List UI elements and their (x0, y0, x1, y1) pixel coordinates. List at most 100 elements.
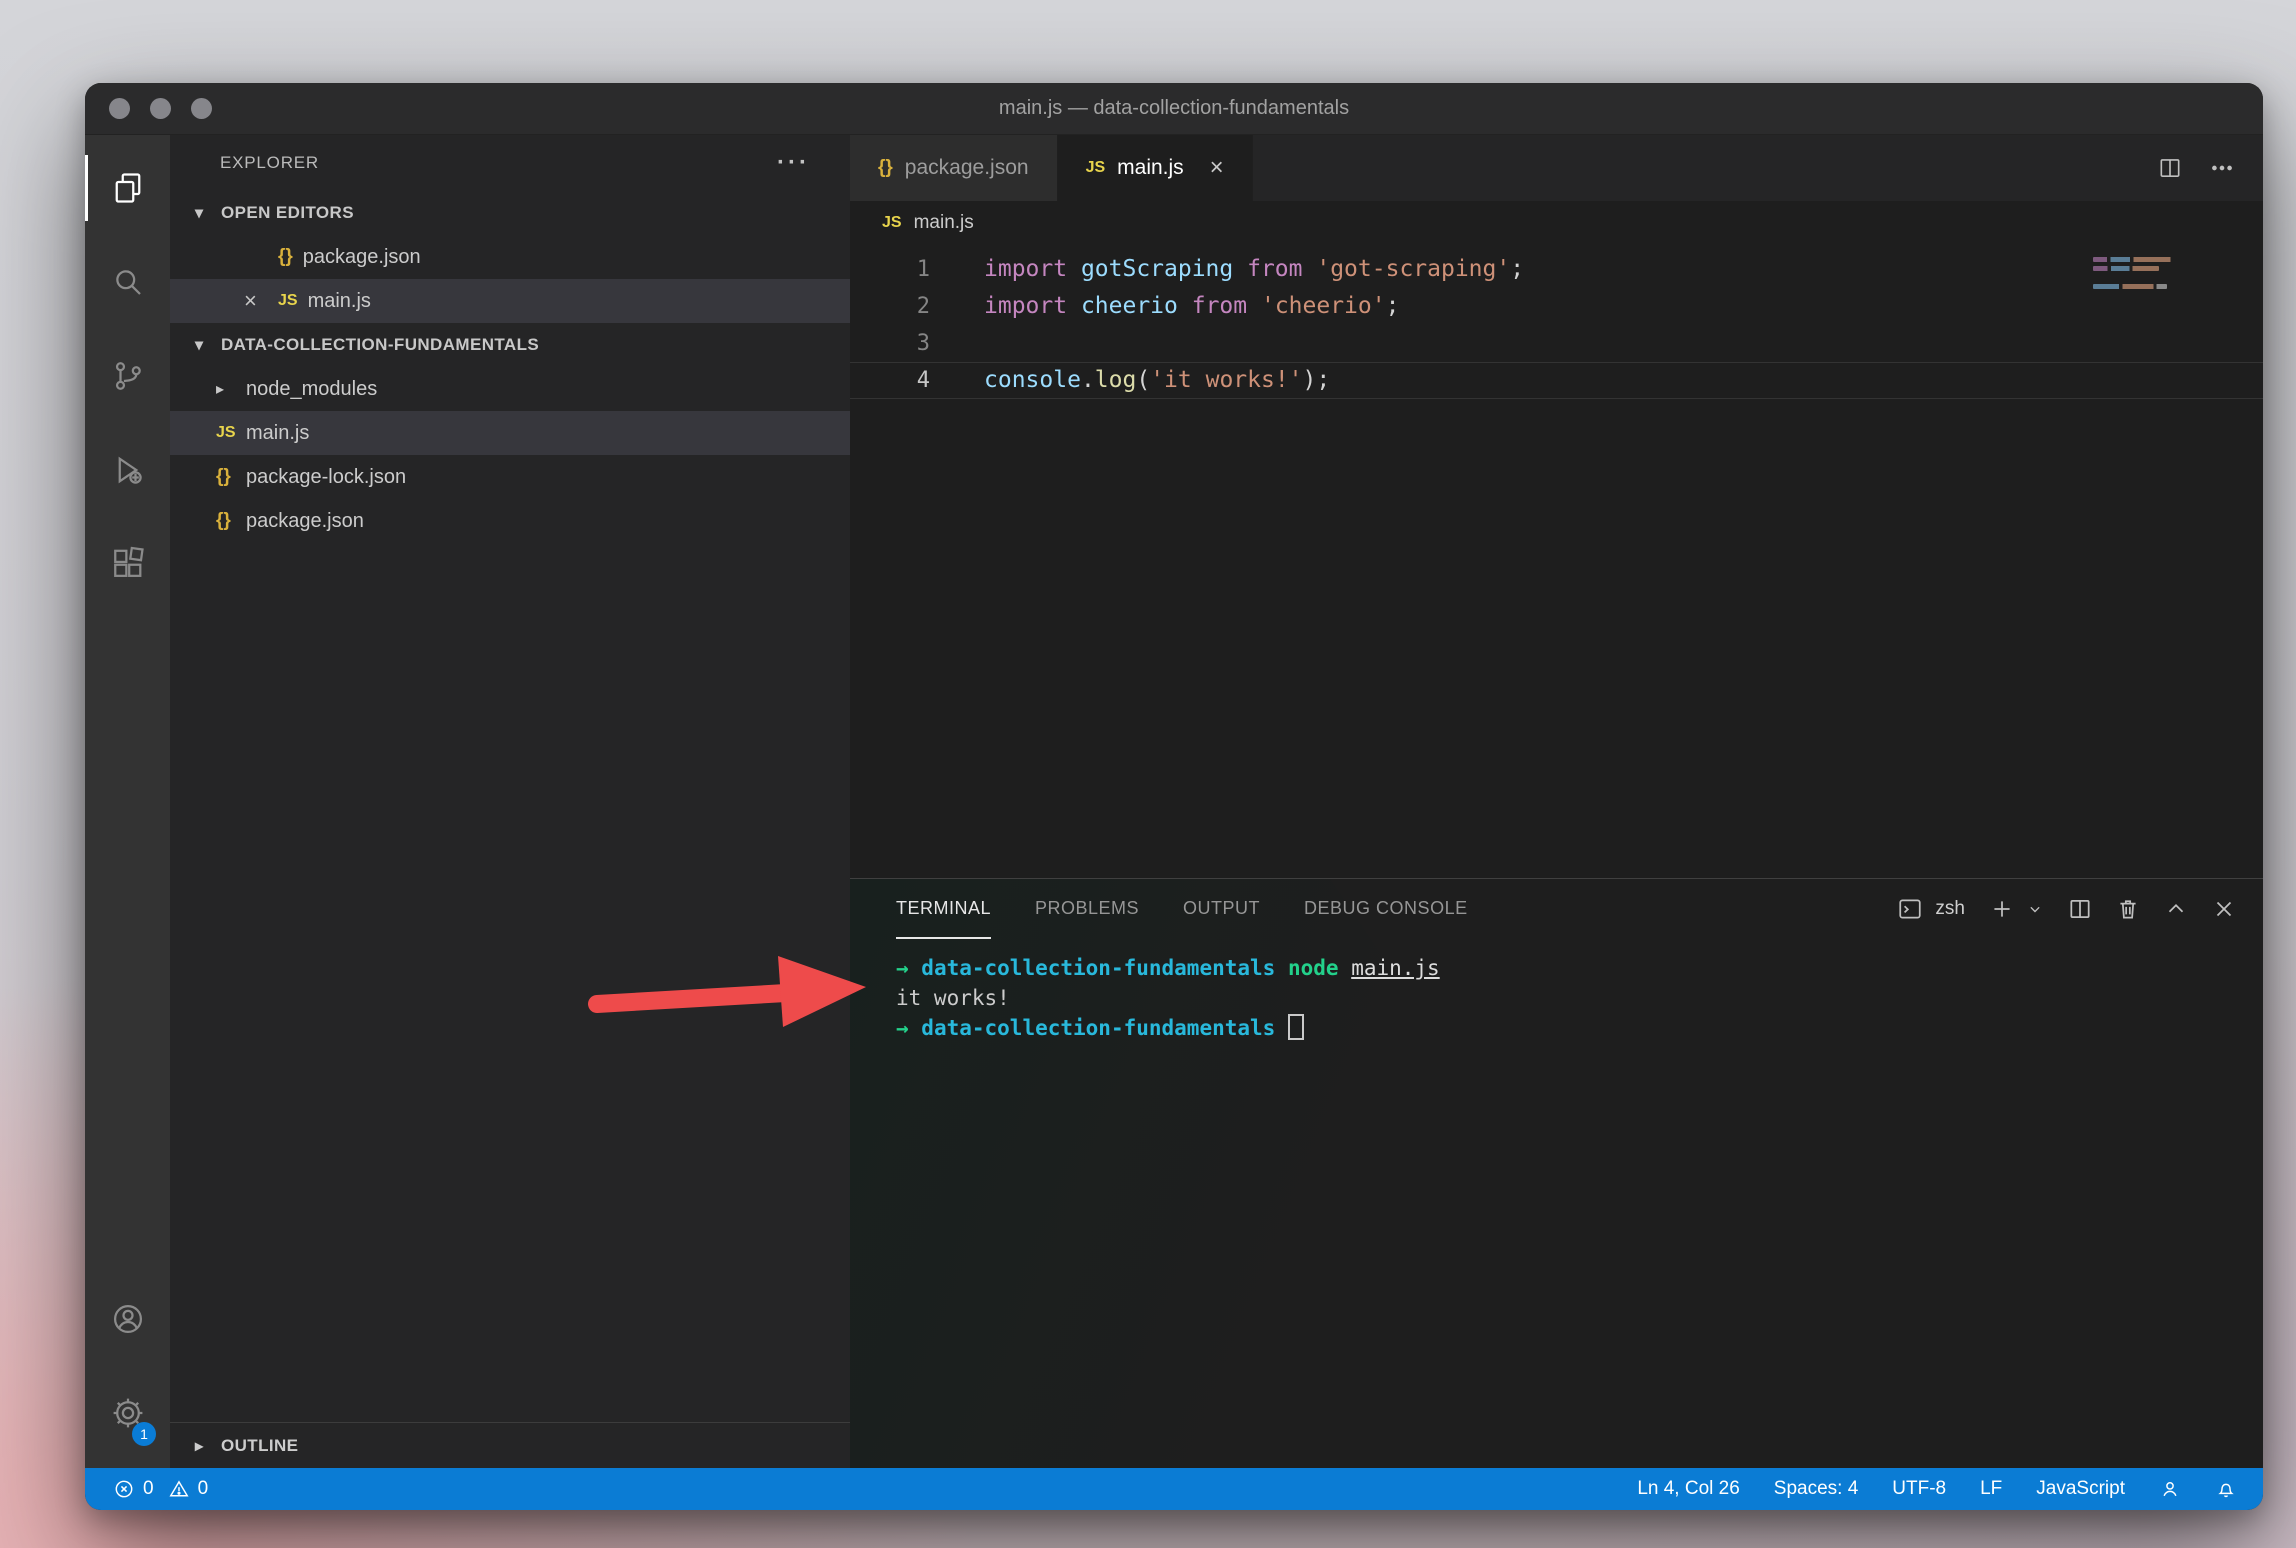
terminal-shell-icon[interactable] (1897, 896, 1923, 922)
feedback-icon[interactable] (2159, 1478, 2181, 1500)
section-label: OPEN EDITORS (221, 203, 354, 223)
new-terminal-icon[interactable] (1989, 896, 2015, 922)
chevron-down-icon: ▾ (195, 203, 221, 223)
shell-label[interactable]: zsh (1935, 898, 1965, 920)
language-mode[interactable]: JavaScript (2036, 1478, 2125, 1500)
panel-header: TERMINAL PROBLEMS OUTPUT DEBUG CONSOLE z… (850, 879, 2263, 939)
line-number: 2 (850, 288, 930, 325)
kill-terminal-icon[interactable] (2115, 896, 2141, 922)
warning-count: 0 (198, 1478, 209, 1500)
open-editor-item-package-json[interactable]: {} package.json (170, 235, 850, 279)
tab-debug-console[interactable]: DEBUG CONSOLE (1304, 879, 1468, 939)
terminal-dropdown-icon[interactable] (2025, 899, 2045, 919)
js-icon: JS (882, 214, 902, 232)
explorer-sidebar: EXPLORER ··· ▾ OPEN EDITORS {} package.j… (170, 135, 850, 1468)
json-icon: {} (216, 466, 231, 488)
js-icon: JS (278, 292, 298, 310)
sidebar-empty-space (170, 543, 850, 1422)
run-debug-icon[interactable] (85, 423, 170, 517)
sidebar-title: EXPLORER (220, 153, 319, 173)
json-icon: {} (878, 157, 893, 179)
editor-tab-bar: {} package.json JS main.js × (850, 135, 2263, 201)
code-lines: 1import gotScraping from 'got-scraping';… (850, 251, 2263, 399)
close-icon[interactable]: × (244, 288, 278, 314)
chevron-right-icon: ▸ (216, 379, 224, 399)
traffic-lights (85, 98, 212, 119)
cursor-position[interactable]: Ln 4, Col 26 (1637, 1478, 1739, 1500)
tree-item-package-lock-json[interactable]: {} package-lock.json (170, 455, 850, 499)
minimap[interactable] (2093, 257, 2193, 293)
window-title: main.js — data-collection-fundamentals (85, 97, 2263, 120)
account-icon[interactable] (85, 1272, 170, 1366)
maximize-panel-icon[interactable] (2163, 896, 2189, 922)
code-line[interactable]: 2import cheerio from 'cheerio'; (850, 288, 2263, 325)
settings-gear-icon[interactable]: 1 (85, 1366, 170, 1460)
minimap-line (2093, 266, 2159, 271)
error-icon (113, 1478, 135, 1500)
terminal-line: → data-collection-fundamentals node main… (896, 953, 2263, 983)
terminal-line: → data-collection-fundamentals (896, 1013, 2263, 1043)
tab-main-js[interactable]: JS main.js × (1058, 135, 1253, 201)
code-line[interactable]: 3 (850, 325, 2263, 362)
tab-problems[interactable]: PROBLEMS (1035, 879, 1139, 939)
breadcrumb-file: main.js (914, 212, 974, 234)
close-panel-icon[interactable] (2211, 896, 2237, 922)
js-icon: JS (216, 424, 236, 442)
code-line[interactable]: 4console.log('it works!'); (850, 362, 2263, 399)
zoom-window-button[interactable] (191, 98, 212, 119)
editor-more-actions-icon[interactable] (2209, 155, 2235, 181)
warning-icon (168, 1478, 190, 1500)
workspace-folder-header[interactable]: ▾ DATA-COLLECTION-FUNDAMENTALS (170, 323, 850, 367)
js-icon: JS (1086, 159, 1106, 177)
terminal-line: it works! (896, 983, 2263, 1013)
open-editors-header[interactable]: ▾ OPEN EDITORS (170, 191, 850, 235)
tree-item-label: package.json (246, 510, 364, 533)
code-editor[interactable]: 1import gotScraping from 'got-scraping';… (850, 245, 2263, 878)
tree-item-main-js[interactable]: JS main.js (170, 411, 850, 455)
bottom-panel: TERMINAL PROBLEMS OUTPUT DEBUG CONSOLE z… (850, 878, 2263, 1468)
tree-item-label: package-lock.json (246, 466, 406, 489)
code-line[interactable]: 1import gotScraping from 'got-scraping'; (850, 251, 2263, 288)
minimap-line (2093, 257, 2181, 262)
close-icon[interactable]: × (1210, 154, 1224, 182)
code-text: import gotScraping from 'got-scraping'; (930, 251, 1524, 288)
open-editor-item-main-js[interactable]: × JS main.js (170, 279, 850, 323)
search-icon[interactable] (85, 235, 170, 329)
minimap-line (2093, 284, 2167, 289)
explorer-icon[interactable] (85, 141, 170, 235)
tree-item-package-json[interactable]: {} package.json (170, 499, 850, 543)
chevron-down-icon: ▾ (195, 335, 221, 355)
notifications-bell-icon[interactable] (2215, 1478, 2237, 1500)
split-terminal-icon[interactable] (2067, 896, 2093, 922)
error-count: 0 (143, 1478, 154, 1500)
tab-terminal[interactable]: TERMINAL (896, 879, 991, 939)
status-bar: 0 0 Ln 4, Col 26 Spaces: 4 UTF-8 LF Java… (85, 1468, 2263, 1510)
workspace-folder-label: DATA-COLLECTION-FUNDAMENTALS (221, 335, 539, 355)
chevron-right-icon: ▸ (195, 1436, 221, 1456)
vscode-window: main.js — data-collection-fundamentals (85, 83, 2263, 1510)
tab-output[interactable]: OUTPUT (1183, 879, 1260, 939)
json-icon: {} (216, 510, 231, 532)
tab-package-json[interactable]: {} package.json (850, 135, 1058, 201)
problems-status[interactable]: 0 0 (113, 1478, 208, 1500)
encoding-setting[interactable]: UTF-8 (1892, 1478, 1946, 1500)
eol-setting[interactable]: LF (1980, 1478, 2002, 1500)
open-editor-label: main.js (308, 290, 371, 313)
tree-item-node-modules[interactable]: ▸ node_modules (170, 367, 850, 411)
titlebar[interactable]: main.js — data-collection-fundamentals (85, 83, 2263, 135)
outline-section-header[interactable]: ▸ OUTLINE (170, 1422, 850, 1468)
split-editor-icon[interactable] (2157, 155, 2183, 181)
settings-badge: 1 (132, 1422, 156, 1446)
line-number: 4 (850, 362, 930, 399)
breadcrumb[interactable]: JS main.js (850, 201, 2263, 245)
source-control-icon[interactable] (85, 329, 170, 423)
indentation-setting[interactable]: Spaces: 4 (1774, 1478, 1859, 1500)
code-text: import cheerio from 'cheerio'; (930, 288, 1399, 325)
terminal-content[interactable]: → data-collection-fundamentals node main… (850, 939, 2263, 1468)
extensions-icon[interactable] (85, 517, 170, 611)
sidebar-more-actions-icon[interactable]: ··· (777, 149, 810, 177)
tab-label: package.json (905, 156, 1029, 180)
close-window-button[interactable] (109, 98, 130, 119)
minimize-window-button[interactable] (150, 98, 171, 119)
tabbar-empty (1253, 135, 2157, 201)
